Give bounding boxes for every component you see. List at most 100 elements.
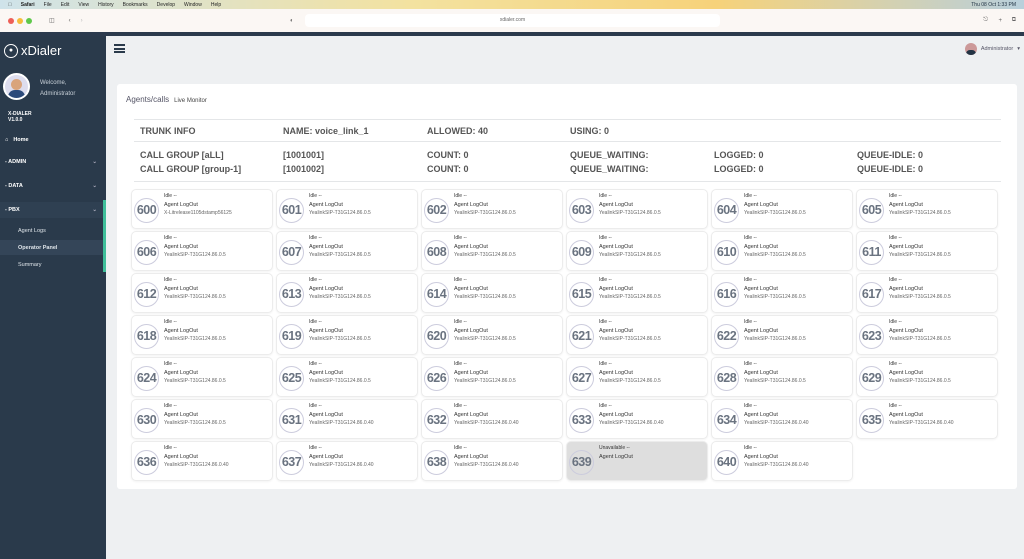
agent-tile[interactable]: 634 Idle -- Agent LogOut YealinkSIP-T31G124…	[711, 399, 853, 439]
agent-tile[interactable]: 611 Idle -- Agent LogOut YealinkSIP-T31G124…	[856, 231, 998, 271]
browser-toolbar: ◫ ‹ › ◐ xdialer.com ⎋ + ⧉	[0, 9, 1024, 32]
agent-tile[interactable]: 638 Idle -- Agent LogOut YealinkSIP-T31G124…	[421, 441, 563, 481]
logo[interactable]: ● xDialer	[4, 43, 61, 58]
agent-tile[interactable]: 625 Idle -- Agent LogOut YealinkSIP-T31G124…	[276, 357, 418, 397]
agent-tile[interactable]: 604 Idle -- Agent LogOut YealinkSIP-T31G124…	[711, 189, 853, 229]
menu-develop[interactable]: Develop	[157, 2, 175, 8]
agent-tile[interactable]: 603 Idle -- Agent LogOut YealinkSIP-T31G124…	[566, 189, 708, 229]
extension-number: 633	[569, 408, 594, 433]
agent-tile[interactable]: 616 Idle -- Agent LogOut YealinkSIP-T31G124…	[711, 273, 853, 313]
agent-status: Idle --	[744, 319, 757, 325]
agent-login-state: Agent LogOut	[599, 202, 633, 208]
sidebar-item-home[interactable]: ⌂ Home	[0, 132, 106, 148]
agent-tile[interactable]: 626 Idle -- Agent LogOut YealinkSIP-T31G124…	[421, 357, 563, 397]
close-window-button[interactable]	[8, 17, 14, 24]
agent-tile[interactable]: 631 Idle -- Agent LogOut YealinkSIP-T31G124…	[276, 399, 418, 439]
agent-tile[interactable]: 621 Idle -- Agent LogOut YealinkSIP-T31G124…	[566, 315, 708, 355]
device-name: YealinkSIP-T31G124.86.0.5	[309, 210, 371, 216]
menu-help[interactable]: Help	[211, 2, 221, 8]
share-icon[interactable]: ⎋	[983, 17, 988, 24]
menu-bookmarks[interactable]: Bookmarks	[123, 2, 148, 8]
menu-view[interactable]: View	[78, 2, 89, 8]
sidebar-item-operator-panel[interactable]: Operator Panel	[0, 240, 103, 255]
address-bar[interactable]: xdialer.com	[305, 14, 720, 27]
chevron-down-icon: ⌄	[92, 183, 97, 189]
menu-app[interactable]: Safari	[21, 2, 35, 8]
agent-status: Idle --	[744, 361, 757, 367]
agent-tile[interactable]: 618 Idle -- Agent LogOut YealinkSIP-T31G124…	[131, 315, 273, 355]
call-group-label: CALL GROUP [group-1]	[140, 164, 242, 174]
sidebar-item-data[interactable]: - DATA ⌄	[0, 178, 106, 194]
menu-edit[interactable]: Edit	[61, 2, 70, 8]
agent-login-state: Agent LogOut	[889, 286, 923, 292]
agent-tile[interactable]: 602 Idle -- Agent LogOut YealinkSIP-T31G124…	[421, 189, 563, 229]
extension-number: 621	[569, 324, 594, 349]
agent-tile[interactable]: 633 Idle -- Agent LogOut YealinkSIP-T31G124…	[566, 399, 708, 439]
clock[interactable]: Thu 08 Oct 1:33 PM	[971, 2, 1016, 8]
agent-tile[interactable]: 606 Idle -- Agent LogOut YealinkSIP-T31G124…	[131, 231, 273, 271]
agent-login-state: Agent LogOut	[309, 286, 343, 292]
agent-login-state: Agent LogOut	[599, 286, 633, 292]
agent-tile[interactable]: 624 Idle -- Agent LogOut YealinkSIP-T31G124…	[131, 357, 273, 397]
agent-tile[interactable]: 628 Idle -- Agent LogOut YealinkSIP-T31G124…	[711, 357, 853, 397]
agent-tile[interactable]: 619 Idle -- Agent LogOut YealinkSIP-T31G124…	[276, 315, 418, 355]
agent-tile[interactable]: 622 Idle -- Agent LogOut YealinkSIP-T31G124…	[711, 315, 853, 355]
sidebar-toggle-icon[interactable]: ◫	[49, 17, 55, 24]
minimize-window-button[interactable]	[17, 17, 23, 24]
apple-icon[interactable]: 	[8, 2, 12, 8]
back-icon[interactable]: ‹	[69, 18, 71, 24]
agent-tile[interactable]: 613 Idle -- Agent LogOut YealinkSIP-T31G124…	[276, 273, 418, 313]
avatar	[3, 73, 30, 100]
extension-number: 609	[569, 240, 594, 265]
agent-tile[interactable]: 623 Idle -- Agent LogOut YealinkSIP-T31G124…	[856, 315, 998, 355]
welcome-text: Welcome, Administrator	[40, 78, 75, 100]
menu-history[interactable]: History	[98, 2, 114, 8]
agent-login-state: Agent LogOut	[744, 202, 778, 208]
sidebar-item-admin[interactable]: - ADMIN ⌄	[0, 154, 106, 170]
agent-login-state: Agent LogOut	[164, 244, 198, 250]
agent-tile[interactable]: 615 Idle -- Agent LogOut YealinkSIP-T31G124…	[566, 273, 708, 313]
sidebar-item-summary[interactable]: Summary	[0, 257, 103, 272]
agent-tile[interactable]: 636 Idle -- Agent LogOut YealinkSIP-T31G124…	[131, 441, 273, 481]
extension-number: 605	[859, 198, 884, 223]
agent-status: Idle --	[454, 193, 467, 199]
agent-tile[interactable]: 614 Idle -- Agent LogOut YealinkSIP-T31G124…	[421, 273, 563, 313]
device-name: YealinkSIP-T31G124.86.0.5	[889, 294, 951, 300]
agent-tile[interactable]: 607 Idle -- Agent LogOut YealinkSIP-T31G124…	[276, 231, 418, 271]
agent-tile[interactable]: 617 Idle -- Agent LogOut YealinkSIP-T31G124…	[856, 273, 998, 313]
tabs-overview-icon[interactable]: ⧉	[1012, 17, 1016, 24]
extension-number: 629	[859, 366, 884, 391]
agent-tile[interactable]: 612 Idle -- Agent LogOut YealinkSIP-T31G124…	[131, 273, 273, 313]
agent-status: Idle --	[889, 361, 902, 367]
agent-tile[interactable]: 605 Idle -- Agent LogOut YealinkSIP-T31G124…	[856, 189, 998, 229]
zoom-window-button[interactable]	[26, 17, 32, 24]
agent-tile[interactable]: 640 Idle -- Agent LogOut YealinkSIP-T31G124…	[711, 441, 853, 481]
agent-tile[interactable]: 639 Unavailable -- Agent LogOut	[566, 441, 708, 481]
user-menu[interactable]: Administrator ▾	[964, 43, 1020, 55]
agent-tile[interactable]: 601 Idle -- Agent LogOut YealinkSIP-T31G124…	[276, 189, 418, 229]
agent-tile[interactable]: 608 Idle -- Agent LogOut YealinkSIP-T31G124…	[421, 231, 563, 271]
new-tab-icon[interactable]: +	[998, 18, 1002, 24]
sidebar-item-agent-logs[interactable]: Agent Logs	[0, 223, 103, 238]
menu-file[interactable]: File	[44, 2, 52, 8]
extension-number: 607	[279, 240, 304, 265]
agent-tile[interactable]: 637 Idle -- Agent LogOut YealinkSIP-T31G124…	[276, 441, 418, 481]
agent-tile[interactable]: 629 Idle -- Agent LogOut YealinkSIP-T31G124…	[856, 357, 998, 397]
agent-tile[interactable]: 610 Idle -- Agent LogOut YealinkSIP-T31G124…	[711, 231, 853, 271]
agent-tile[interactable]: 600 Idle -- Agent LogOut X-Litrelease1105ds…	[131, 189, 273, 229]
agent-tile[interactable]: 609 Idle -- Agent LogOut YealinkSIP-T31G124…	[566, 231, 708, 271]
forward-icon[interactable]: ›	[81, 18, 83, 24]
agent-tile[interactable]: 620 Idle -- Agent LogOut YealinkSIP-T31G124…	[421, 315, 563, 355]
agent-tile[interactable]: 635 Idle -- Agent LogOut YealinkSIP-T31G124…	[856, 399, 998, 439]
agent-tile[interactable]: 632 Idle -- Agent LogOut YealinkSIP-T31G124…	[421, 399, 563, 439]
agent-tile[interactable]: 630 Idle -- Agent LogOut YealinkSIP-T31G124…	[131, 399, 273, 439]
sidebar-item-pbx[interactable]: - PBX ⌄	[0, 202, 106, 218]
page-title: Agents/calls	[126, 95, 170, 104]
agent-tile[interactable]: 627 Idle -- Agent LogOut YealinkSIP-T31G124…	[566, 357, 708, 397]
agent-status: Idle --	[309, 277, 322, 283]
menu-window[interactable]: Window	[184, 2, 202, 8]
privacy-icon[interactable]: ◐	[290, 18, 294, 24]
hamburger-menu-icon[interactable]	[114, 44, 125, 53]
extension-number: 613	[279, 282, 304, 307]
device-name: YealinkSIP-T31G124.86.0.5	[889, 378, 951, 384]
